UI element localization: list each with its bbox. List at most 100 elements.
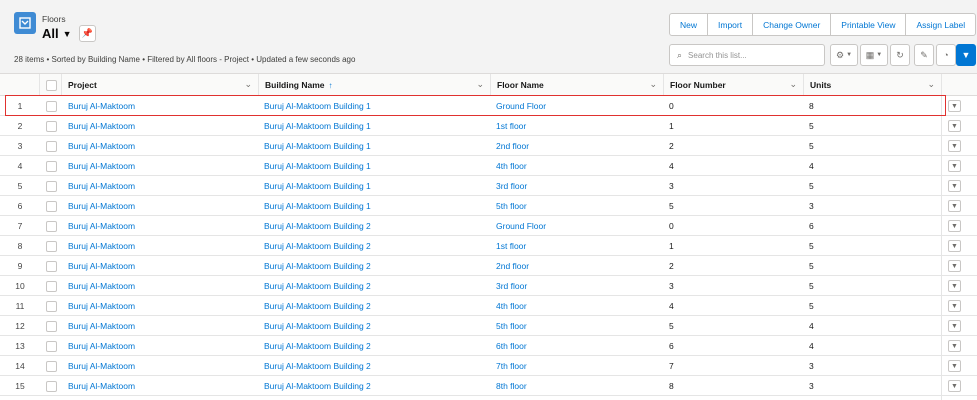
table-row[interactable]: 11 Buruj Al-Maktoom Buruj Al-Maktoom Build… — [0, 296, 977, 316]
row-checkbox[interactable] — [46, 240, 57, 252]
floor-name-link[interactable]: 5th floor — [496, 316, 527, 336]
row-actions-button[interactable]: ▼ — [948, 180, 961, 192]
building-name-link[interactable]: Buruj Al-Maktoom Building 2 — [264, 336, 371, 356]
building-name-link[interactable]: Buruj Al-Maktoom Building 2 — [264, 236, 371, 256]
refresh-button[interactable]: ↻ — [890, 44, 910, 66]
table-row[interactable]: 5 Buruj Al-Maktoom Buruj Al-Maktoom Buildi… — [0, 176, 977, 196]
row-checkbox[interactable] — [46, 180, 57, 192]
project-link[interactable]: Buruj Al-Maktoom — [68, 296, 135, 316]
row-checkbox[interactable] — [46, 380, 57, 392]
column-header-units[interactable]: Units ⌄ — [804, 74, 942, 96]
table-row[interactable]: 6 Buruj Al-Maktoom Buruj Al-Maktoom Buildi… — [0, 196, 977, 216]
chevron-down-icon[interactable]: ⌄ — [244, 79, 252, 90]
row-checkbox[interactable] — [46, 220, 57, 232]
table-row[interactable]: 3 Buruj Al-Maktoom Buruj Al-Maktoom Buildi… — [0, 136, 977, 156]
row-actions-button[interactable]: ▼ — [948, 280, 961, 292]
column-header-building-name[interactable]: Building Name ↑ ⌄ — [259, 74, 491, 96]
row-checkbox[interactable] — [46, 320, 57, 332]
floor-name-link[interactable]: Ground Floor — [496, 216, 546, 236]
row-actions-button[interactable]: ▼ — [948, 380, 961, 392]
change-owner-button[interactable]: Change Owner — [753, 14, 832, 35]
table-row[interactable]: 4 Buruj Al-Maktoom Buruj Al-Maktoom Buildi… — [0, 156, 977, 176]
project-link[interactable]: Buruj Al-Maktoom — [68, 256, 135, 276]
building-name-link[interactable]: Buruj Al-Maktoom Building 1 — [264, 96, 371, 116]
row-checkbox[interactable] — [46, 260, 57, 272]
search-input[interactable] — [688, 50, 819, 60]
table-row[interactable]: 8 Buruj Al-Maktoom Buruj Al-Maktoom Buildi… — [0, 236, 977, 256]
project-link[interactable]: Buruj Al-Maktoom — [68, 376, 135, 396]
floor-name-link[interactable]: 1st floor — [496, 236, 526, 256]
table-row[interactable]: 7 Buruj Al-Maktoom Buruj Al-Maktoom Buildi… — [0, 216, 977, 236]
pin-list-button[interactable]: 📌 — [79, 25, 96, 42]
project-link[interactable]: Buruj Al-Maktoom — [68, 216, 135, 236]
table-row[interactable]: 9 Buruj Al-Maktoom Buruj Al-Maktoom Buildi… — [0, 256, 977, 276]
floor-name-link[interactable]: 2nd floor — [496, 136, 529, 156]
row-actions-button[interactable]: ▼ — [948, 160, 961, 172]
table-row[interactable]: 13 Buruj Al-Maktoom Buruj Al-Maktoom Build… — [0, 336, 977, 356]
project-link[interactable]: Buruj Al-Maktoom — [68, 136, 135, 156]
floor-name-link[interactable]: 3rd floor — [496, 276, 527, 296]
building-name-link[interactable]: Buruj Al-Maktoom Building 2 — [264, 376, 371, 396]
edit-list-button[interactable]: ✎ — [914, 44, 934, 66]
column-header-project[interactable]: Project ⌄ — [62, 74, 259, 96]
list-view-selector[interactable]: All ▼ — [42, 26, 72, 41]
charts-button[interactable]: ◔ — [936, 44, 956, 66]
chevron-down-icon[interactable]: ⌄ — [649, 79, 657, 90]
row-checkbox[interactable] — [46, 160, 57, 172]
column-header-floor-number[interactable]: Floor Number ⌄ — [664, 74, 804, 96]
row-actions-button[interactable]: ▼ — [948, 240, 961, 252]
row-actions-button[interactable]: ▼ — [948, 140, 961, 152]
floor-name-link[interactable]: 4th floor — [496, 296, 527, 316]
list-settings-button[interactable]: ⚙ ▼ — [830, 44, 858, 66]
row-actions-button[interactable]: ▼ — [948, 340, 961, 352]
building-name-link[interactable]: Buruj Al-Maktoom Building 2 — [264, 316, 371, 336]
project-link[interactable]: Buruj Al-Maktoom — [68, 196, 135, 216]
floor-name-link[interactable]: Ground Floor — [496, 96, 546, 116]
row-checkbox[interactable] — [46, 360, 57, 372]
floor-name-link[interactable]: 2nd floor — [496, 256, 529, 276]
table-row[interactable]: 15 Buruj Al-Maktoom Buruj Al-Maktoom Build… — [0, 376, 977, 396]
display-as-button[interactable]: ▦ ▼ — [860, 44, 888, 66]
project-link[interactable]: Buruj Al-Maktoom — [68, 116, 135, 136]
row-actions-button[interactable]: ▼ — [948, 300, 961, 312]
building-name-link[interactable]: Buruj Al-Maktoom Building 2 — [264, 276, 371, 296]
project-link[interactable]: Buruj Al-Maktoom — [68, 316, 135, 336]
table-row[interactable]: 2 Buruj Al-Maktoom Buruj Al-Maktoom Buildi… — [0, 116, 977, 136]
row-checkbox[interactable] — [46, 340, 57, 352]
table-row[interactable]: 1 Buruj Al-Maktoom Buruj Al-Maktoom Buildi… — [0, 96, 977, 116]
building-name-link[interactable]: Buruj Al-Maktoom Building 2 — [264, 296, 371, 316]
select-all-checkbox[interactable] — [46, 79, 57, 91]
new-button[interactable]: New — [670, 14, 709, 35]
floor-name-link[interactable]: 8th floor — [496, 376, 527, 396]
chevron-down-icon[interactable]: ⌄ — [789, 79, 797, 90]
project-link[interactable]: Buruj Al-Maktoom — [68, 276, 135, 296]
floor-name-link[interactable]: 7th floor — [496, 356, 527, 376]
floor-name-link[interactable]: 6th floor — [496, 336, 527, 356]
floor-name-link[interactable]: 3rd floor — [496, 176, 527, 196]
building-name-link[interactable]: Buruj Al-Maktoom Building 1 — [264, 176, 371, 196]
project-link[interactable]: Buruj Al-Maktoom — [68, 236, 135, 256]
table-row[interactable]: 14 Buruj Al-Maktoom Buruj Al-Maktoom Build… — [0, 356, 977, 376]
row-actions-button[interactable]: ▼ — [948, 360, 961, 372]
project-link[interactable]: Buruj Al-Maktoom — [68, 336, 135, 356]
filter-button[interactable]: ▼ — [956, 44, 976, 66]
building-name-link[interactable]: Buruj Al-Maktoom Building 1 — [264, 116, 371, 136]
row-checkbox[interactable] — [46, 300, 57, 312]
floor-name-link[interactable]: 4th floor — [496, 156, 527, 176]
row-actions-button[interactable]: ▼ — [948, 100, 961, 112]
row-checkbox[interactable] — [46, 120, 57, 132]
building-name-link[interactable]: Buruj Al-Maktoom Building 1 — [264, 156, 371, 176]
building-name-link[interactable]: Buruj Al-Maktoom Building 2 — [264, 256, 371, 276]
floor-name-link[interactable]: 5th floor — [496, 196, 527, 216]
project-link[interactable]: Buruj Al-Maktoom — [68, 156, 135, 176]
building-name-link[interactable]: Buruj Al-Maktoom Building 1 — [264, 196, 371, 216]
floor-name-link[interactable]: 1st floor — [496, 116, 526, 136]
building-name-link[interactable]: Buruj Al-Maktoom Building 2 — [264, 216, 371, 236]
table-row[interactable]: 12 Buruj Al-Maktoom Buruj Al-Maktoom Build… — [0, 316, 977, 336]
project-link[interactable]: Buruj Al-Maktoom — [68, 356, 135, 376]
building-name-link[interactable]: Buruj Al-Maktoom Building 2 — [264, 356, 371, 376]
chevron-down-icon[interactable]: ⌄ — [476, 79, 484, 90]
row-checkbox[interactable] — [46, 200, 57, 212]
table-row[interactable]: 10 Buruj Al-Maktoom Buruj Al-Maktoom Build… — [0, 276, 977, 296]
row-actions-button[interactable]: ▼ — [948, 320, 961, 332]
